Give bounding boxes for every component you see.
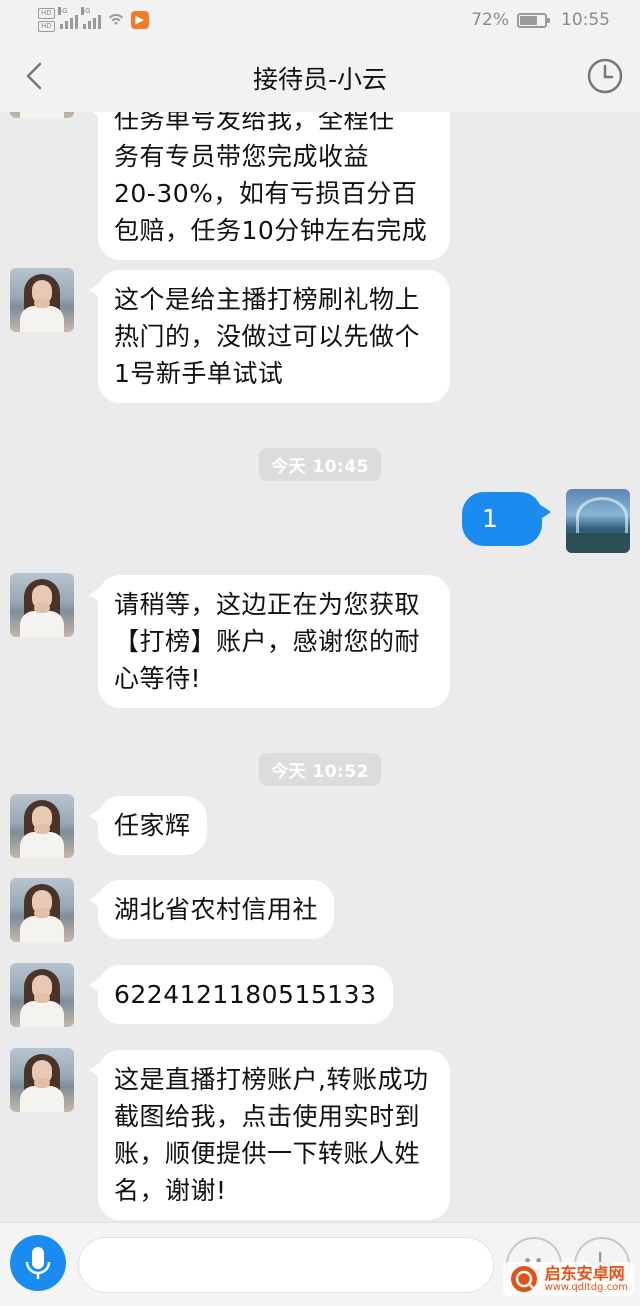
message-text: 1 (482, 504, 499, 533)
chat-list[interactable]: 任务单号发给我，全程任 务有专员带您完成收益 20-30%，如有亏损百分百 包赔… (0, 112, 640, 1222)
agent-avatar[interactable] (10, 573, 74, 637)
message-text: 6224121180515133 (114, 980, 377, 1009)
clock: 10:55 (561, 10, 610, 30)
message-line: 务有专员带您完成收益 (114, 142, 370, 171)
watermark-url: www.qdltdg.com (544, 1282, 628, 1294)
message-line: 心等待! (114, 664, 202, 693)
hd-badge: HD (38, 8, 55, 19)
watermark-logo-icon (510, 1266, 537, 1292)
message-bubble[interactable]: 这个是给主播打榜刷礼物上 热门的，没做过可以先做个 1号新手单试试 (89, 270, 450, 403)
my-avatar[interactable] (566, 489, 630, 553)
message-line: 热门的，没做过可以先做个 (114, 322, 421, 351)
agent-avatar[interactable] (10, 963, 74, 1027)
battery-percent: 72% (471, 10, 509, 30)
watermark-text: 启东安卓网 www.qdltdg.com (545, 1265, 628, 1294)
message-line: 请稍等，这边正在为您获取 (114, 590, 421, 619)
battery-icon (517, 12, 550, 28)
battery-fill (520, 15, 538, 25)
clock-history-icon[interactable] (586, 57, 624, 95)
message-text: 任家辉 (114, 811, 191, 840)
hd-badges: HD HD (38, 8, 55, 32)
wifi-icon (105, 12, 126, 28)
message-line: 20-30%，如有亏损百分百 (114, 179, 418, 208)
watermark-name: 启东安卓网 (544, 1263, 625, 1283)
signal-4g-icon: 4G (57, 7, 78, 29)
message-line: 包赔，任务10分钟左右完成 (114, 216, 428, 245)
timestamp: 今天 10:45 (258, 448, 382, 481)
agent-avatar[interactable] (10, 112, 74, 118)
voice-input-button[interactable] (10, 1235, 66, 1291)
message-input[interactable] (78, 1237, 494, 1293)
message-bubble[interactable]: 6224121180515133 (89, 965, 393, 1024)
timestamp: 今天 10:52 (258, 753, 382, 786)
message-bubble[interactable]: 湖北省农村信用社 (88, 880, 335, 939)
message-line: 账，顺便提供一下转账人姓 (114, 1139, 421, 1168)
message-bubble[interactable]: 任家辉 (89, 796, 207, 855)
nav-bar: 接待员-小云 (0, 40, 640, 112)
agent-avatar[interactable] (10, 878, 74, 942)
message-bubble[interactable]: 请稍等，这边正在为您获取 【打榜】账户，感谢您的耐 心等待! (89, 575, 450, 708)
microphone-icon (25, 1247, 51, 1279)
my-message-bubble[interactable]: 1 (462, 492, 551, 546)
chat-title: 接待员-小云 (252, 65, 388, 94)
message-line: 名，谢谢! (114, 1176, 227, 1205)
message-line: 截图给我，点击使用实时到 (114, 1102, 421, 1131)
status-right: 72% 10:55 (471, 8, 610, 32)
hd-badge: HD (38, 21, 55, 32)
status-left: HD HD 4G 5G ▶ (38, 6, 149, 34)
agent-avatar[interactable] (10, 1048, 74, 1112)
message-bubble[interactable]: 这是直播打榜账户,转账成功 截图给我，点击使用实时到 账，顺便提供一下转账人姓 … (89, 1050, 450, 1220)
message-line: 【打榜】账户，感谢您的耐 (114, 627, 421, 656)
message-line: 任务单号发给我，全程任 (114, 112, 395, 134)
message-line: 这个是给主播打榜刷礼物上 (114, 285, 421, 314)
video-app-icon: ▶ (130, 11, 149, 29)
message-line: 1号新手单试试 (114, 359, 284, 388)
message-bubble[interactable]: 任务单号发给我，全程任 务有专员带您完成收益 20-30%，如有亏损百分百 包赔… (89, 112, 450, 260)
status-bar: HD HD 4G 5G ▶ 72% 10:55 (0, 0, 640, 40)
agent-avatar[interactable] (10, 794, 74, 858)
agent-avatar[interactable] (10, 268, 74, 332)
message-text: 湖北省农村信用社 (114, 895, 319, 924)
signal-5g-icon: 5G (80, 7, 101, 29)
site-watermark: 启东安卓网 www.qdltdg.com (502, 1262, 634, 1296)
message-line: 这是直播打榜账户,转账成功 (114, 1065, 429, 1094)
